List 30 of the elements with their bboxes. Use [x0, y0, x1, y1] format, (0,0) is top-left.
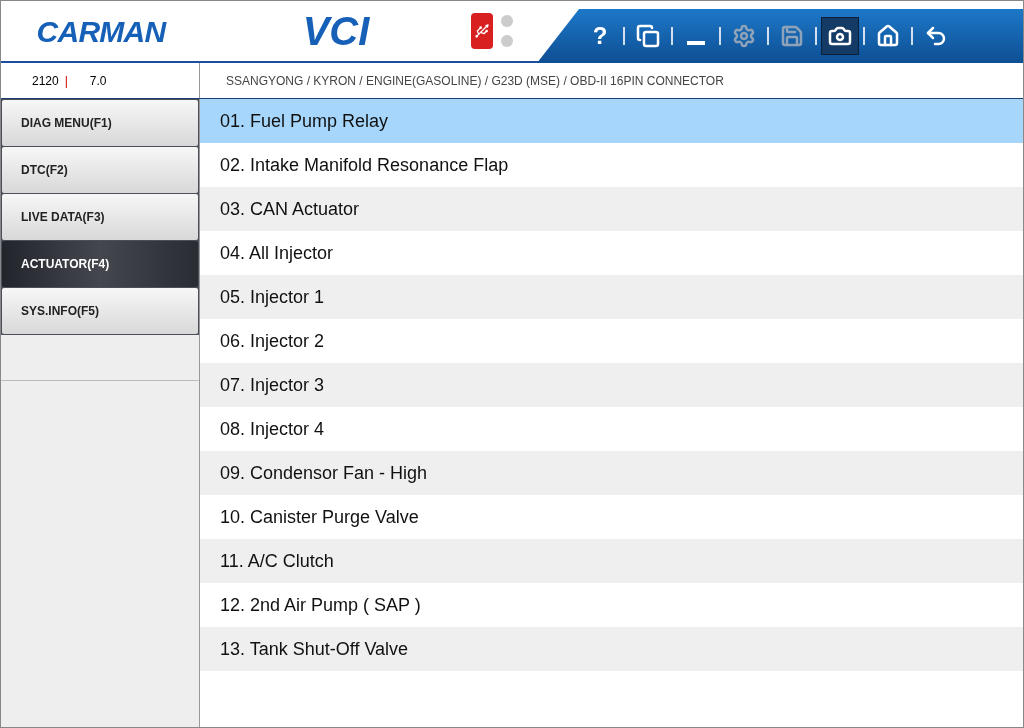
code-text: 2120	[32, 72, 59, 90]
actuator-list-item[interactable]: 03. CAN Actuator	[200, 187, 1023, 231]
home-icon	[876, 24, 900, 48]
sidebar-menu-button[interactable]: LIVE DATA(F3)	[2, 194, 198, 240]
version-text: 7.0	[89, 72, 107, 90]
camera-icon	[828, 24, 852, 48]
back-arrow-icon	[924, 24, 948, 48]
actuator-list-item[interactable]: 09. Condensor Fan - High	[200, 451, 1023, 495]
help-button[interactable]: ?	[581, 17, 619, 55]
minimize-icon	[687, 41, 705, 45]
settings-icon	[732, 24, 756, 48]
camera-button[interactable]	[821, 17, 859, 55]
sidebar-menu-button[interactable]: SYS.INFO(F5)	[2, 288, 198, 334]
sidebar-menu-button[interactable]: DIAG MENU(F1)	[2, 100, 198, 146]
separator-text: |	[64, 72, 68, 90]
sidebar-menu-button[interactable]: ACTUATOR(F4)	[2, 241, 198, 287]
breadcrumb: SSANGYONG / KYRON / ENGINE(GASOLINE) / G23D (MSE) / OBD-II 16PIN CONNECTOR	[226, 72, 724, 90]
actuator-list-item[interactable]: 07. Injector 3	[200, 363, 1023, 407]
actuator-list-item[interactable]: 13. Tank Shut-Off Valve	[200, 627, 1023, 671]
actuator-list-item[interactable]: 05. Injector 1	[200, 275, 1023, 319]
actuator-list-item[interactable]: 11. A/C Clutch	[200, 539, 1023, 583]
carman-logo: CARMAN	[36, 13, 166, 50]
sidebar-menu-button[interactable]: DTC(F2)	[2, 147, 198, 193]
status-light	[501, 35, 513, 47]
save-icon	[780, 24, 804, 48]
actuator-list-item[interactable]: 01. Fuel Pump Relay	[200, 99, 1023, 143]
windows-icon	[636, 24, 660, 48]
vci-logo: VCI	[302, 8, 370, 55]
status-light	[501, 15, 513, 27]
usb-status-icon	[471, 13, 493, 49]
